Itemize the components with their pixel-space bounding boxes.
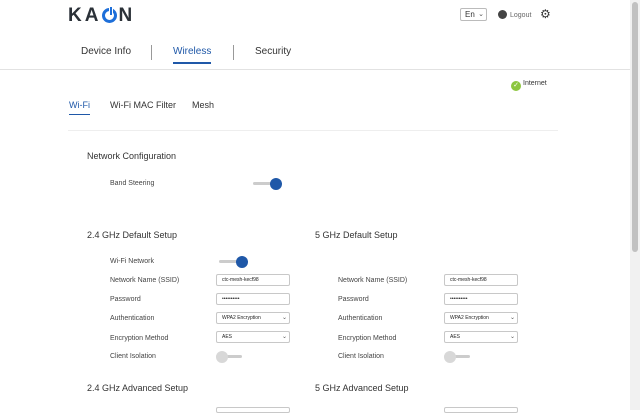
subtab-wifi-mac-filter[interactable]: Wi-Fi MAC Filter: [110, 100, 176, 110]
nav-divider: [233, 45, 234, 60]
section-title-5ghz-advanced: 5 GHz Advanced Setup: [315, 383, 409, 393]
advanced-field-24ghz[interactable]: [216, 407, 290, 413]
auth-label-5ghz: Authentication: [338, 315, 383, 322]
subtab-mesh[interactable]: Mesh: [192, 100, 214, 110]
internet-status: ✓ Internet: [511, 80, 547, 91]
divider: [68, 130, 558, 131]
auth-label-24ghz: Authentication: [110, 315, 155, 322]
password-input-5ghz[interactable]: ••••••••••: [444, 293, 518, 305]
language-select[interactable]: En ⌄: [460, 8, 487, 21]
chevron-down-icon: ⌄: [281, 315, 287, 321]
logout-link[interactable]: Logout: [498, 10, 531, 19]
check-icon: ✓: [511, 81, 521, 91]
client-isolation-toggle-24ghz[interactable]: [216, 351, 244, 363]
password-input-24ghz[interactable]: ••••••••••: [216, 293, 290, 305]
ssid-label-24ghz: Network Name (SSID): [110, 277, 180, 284]
chevron-down-icon: ⌄: [478, 11, 484, 18]
password-label-5ghz: Password: [338, 296, 369, 303]
gear-icon[interactable]: ⚙: [540, 8, 551, 20]
encryption-select-5ghz[interactable]: AES ⌄: [444, 331, 518, 343]
encryption-label-5ghz: Encryption Method: [338, 335, 397, 342]
scrollbar-thumb[interactable]: [632, 2, 638, 252]
band-steering-toggle[interactable]: [253, 178, 282, 190]
nav-divider: [151, 45, 152, 60]
client-isolation-label-24ghz: Client Isolation: [110, 353, 156, 360]
tab-wireless[interactable]: Wireless: [173, 46, 212, 64]
section-title-24ghz-default: 2.4 GHz Default Setup: [87, 230, 178, 240]
tab-security[interactable]: Security: [255, 46, 291, 57]
advanced-field-5ghz[interactable]: [444, 407, 518, 413]
main-nav: Device Info Wireless Security: [0, 34, 630, 70]
chevron-down-icon: ⌄: [281, 334, 287, 340]
kaon-logo: KA N: [68, 5, 136, 26]
client-isolation-toggle-5ghz[interactable]: [444, 351, 472, 363]
tab-device-info[interactable]: Device Info: [81, 46, 131, 57]
auth-select-24ghz[interactable]: WPA2 Encryption ⌄: [216, 312, 290, 324]
subtab-wifi[interactable]: Wi-Fi: [69, 100, 90, 115]
ssid-label-5ghz: Network Name (SSID): [338, 277, 408, 284]
band-steering-label: Band Steering: [110, 180, 155, 187]
top-header: KA N En ⌄ Logout ⚙: [0, 0, 630, 34]
chevron-down-icon: ⌄: [509, 315, 515, 321]
wifi-network-toggle-24ghz[interactable]: [219, 256, 248, 268]
user-icon: [498, 10, 507, 19]
encryption-label-24ghz: Encryption Method: [110, 335, 169, 342]
encryption-select-24ghz[interactable]: AES ⌄: [216, 331, 290, 343]
chevron-down-icon: ⌄: [509, 334, 515, 340]
ssid-input-5ghz[interactable]: ctc-mesh-kecf98: [444, 274, 518, 286]
client-isolation-label-5ghz: Client Isolation: [338, 353, 384, 360]
section-title-5ghz-default: 5 GHz Default Setup: [315, 230, 398, 240]
auth-select-5ghz[interactable]: WPA2 Encryption ⌄: [444, 312, 518, 324]
section-title-24ghz-advanced: 2.4 GHz Advanced Setup: [87, 383, 189, 393]
wifi-network-label: Wi-Fi Network: [110, 258, 154, 265]
password-label-24ghz: Password: [110, 296, 141, 303]
ssid-input-24ghz[interactable]: ctc-mesh-kecf98: [216, 274, 290, 286]
power-o-icon: [102, 6, 118, 23]
page-scrollbar[interactable]: [630, 0, 640, 410]
network-config-title: Network Configuration: [87, 151, 177, 161]
